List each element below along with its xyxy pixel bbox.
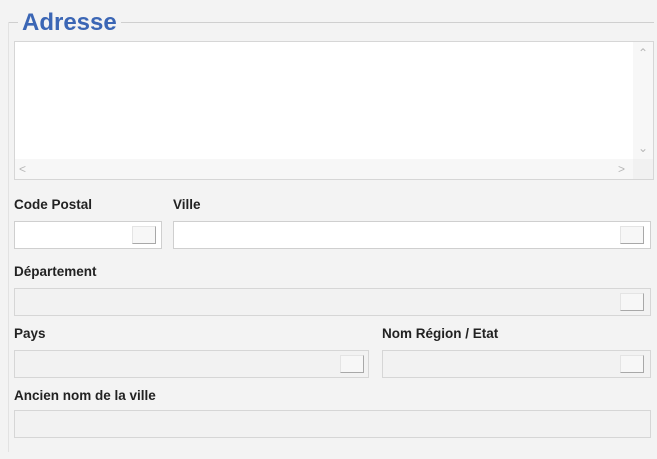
ville-lookup-button[interactable] <box>620 226 644 244</box>
address-section-title: Adresse <box>18 9 121 37</box>
chevron-down-icon[interactable]: ⌄ <box>638 142 648 154</box>
ancien-nom-label: Ancien nom de la ville <box>14 388 156 403</box>
chevron-up-icon[interactable]: ⌃ <box>638 47 648 59</box>
pays-field[interactable] <box>14 350 369 378</box>
region-field[interactable] <box>382 350 651 378</box>
ancien-nom-field[interactable] <box>14 410 651 438</box>
ville-label: Ville <box>173 197 201 212</box>
horizontal-scrollbar[interactable]: < > <box>15 159 633 179</box>
region-lookup-button[interactable] <box>620 355 644 373</box>
departement-field[interactable] <box>14 288 651 316</box>
pays-label: Pays <box>14 326 46 341</box>
vertical-scrollbar[interactable]: ⌃ ⌄ <box>633 42 653 160</box>
code-postal-label: Code Postal <box>14 197 93 212</box>
chevron-left-icon[interactable]: < <box>19 163 26 175</box>
pays-lookup-button[interactable] <box>340 355 364 373</box>
departement-label: Département <box>14 264 97 279</box>
code-postal-lookup-button[interactable] <box>132 226 156 244</box>
address-textarea[interactable]: ⌃ ⌄ < > <box>14 41 654 180</box>
departement-lookup-button[interactable] <box>620 293 644 311</box>
chevron-right-icon[interactable]: > <box>618 163 625 175</box>
region-label: Nom Région / Etat <box>382 326 499 341</box>
ville-field[interactable] <box>173 221 651 249</box>
scrollbar-corner <box>633 159 653 179</box>
fieldset-border-left <box>8 22 9 452</box>
